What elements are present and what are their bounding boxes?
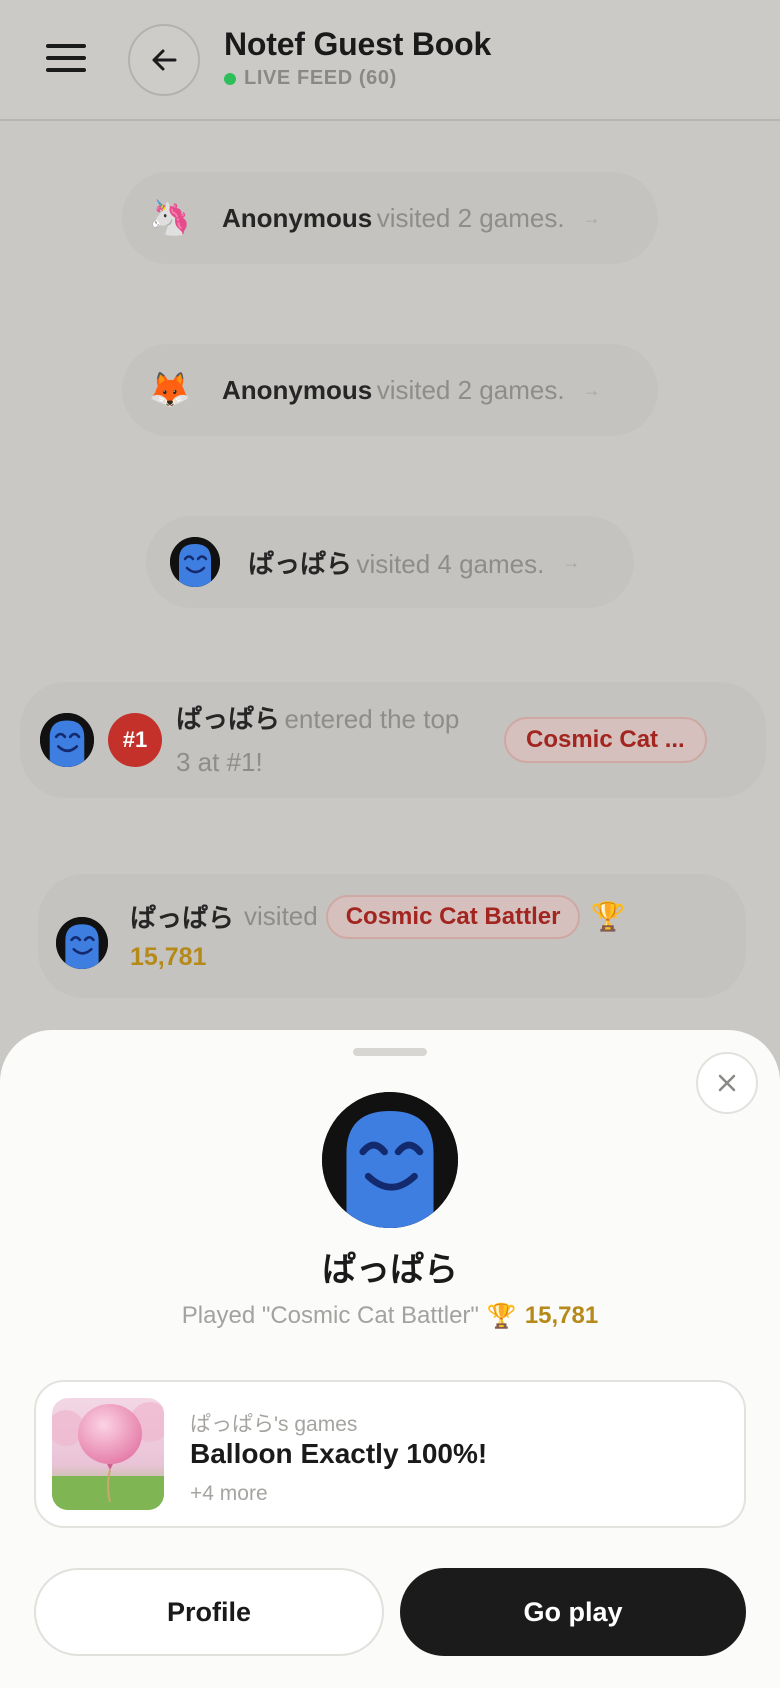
face-avatar-icon [322, 1092, 458, 1228]
trophy-icon: 🏆 [590, 900, 626, 933]
game-chip[interactable]: Cosmic Cat Battler [325, 894, 581, 939]
feed-user-name: Anonymous [222, 374, 373, 405]
close-button[interactable] [696, 1052, 758, 1114]
avatar [322, 1092, 458, 1228]
live-feed-label: LIVE FEED (60) [244, 67, 397, 89]
feed-user-name: ぱっぱら [130, 903, 235, 933]
user-name: ぱっぱら [322, 1251, 458, 1289]
face-avatar-icon [170, 537, 220, 587]
arrow-right-icon: → [582, 207, 601, 228]
card-owner: ぱっぱら's games [190, 1413, 358, 1436]
sheet-drag-handle[interactable] [353, 1048, 427, 1056]
menu-icon[interactable] [46, 44, 86, 74]
balloon-image [52, 1398, 164, 1510]
user-avatar [56, 917, 108, 969]
card-title: Balloon Exactly 100%! [190, 1438, 488, 1469]
user-bottom-sheet: ぱっぱら Played "Cosmic Cat Battler" 🏆 15,78… [0, 1030, 780, 1688]
feed-text: visited 4 games. [356, 548, 545, 579]
feed-score: 15,781 [130, 942, 207, 971]
feed-user-name: ぱっぱら [176, 703, 281, 734]
top-bar: Notef Guest Book LIVE FEED (60) [0, 0, 780, 121]
live-indicator-icon [224, 72, 236, 85]
user-avatar [170, 537, 220, 587]
game-chip[interactable]: Cosmic Cat ... [504, 717, 707, 763]
played-summary: Played "Cosmic Cat Battler" 🏆 15,781 [0, 1302, 780, 1330]
face-avatar-icon [56, 917, 108, 969]
go-play-button[interactable]: Go play [400, 1568, 746, 1656]
profile-button[interactable]: Profile [34, 1568, 384, 1656]
trophy-icon: 🏆 [486, 1302, 517, 1330]
played-text: Played "Cosmic Cat Battler" [181, 1302, 479, 1329]
feed-text: visited 2 games. [376, 202, 565, 233]
feed-item[interactable]: ぱっぱら visited 4 games. → [146, 516, 634, 608]
fox-icon: 🦊 [148, 370, 192, 410]
feed-item[interactable]: 🦊 Anonymous visited 2 games. → [122, 344, 658, 436]
played-score: 15,781 [524, 1302, 599, 1329]
game-thumbnail [52, 1398, 164, 1510]
feed-text: visited [244, 901, 318, 931]
arrow-left-icon [152, 49, 177, 71]
rank-badge: #1 [108, 713, 162, 767]
game-card[interactable]: ぱっぱら's games Balloon Exactly 100%! +4 mo… [34, 1380, 746, 1528]
face-avatar-icon [40, 713, 94, 767]
feed-user-name: ぱっぱら [248, 548, 353, 579]
arrow-right-icon: → [562, 551, 581, 572]
user-avatar [40, 713, 94, 767]
feed-item[interactable]: ぱっぱら visited Cosmic Cat Battler 🏆 15,781 [38, 874, 746, 998]
feed-item[interactable]: 🦄 Anonymous visited 2 games. → [122, 172, 658, 264]
feed-user-name: Anonymous [222, 202, 373, 233]
feed-text: visited 2 games. [376, 374, 565, 405]
close-icon [718, 1074, 736, 1092]
page-title: Notef Guest Book [224, 26, 492, 62]
feed-text-line2: 3 at #1! [176, 746, 263, 777]
arrow-right-icon: → [582, 379, 601, 400]
back-button[interactable] [128, 24, 200, 96]
card-more-count: +4 more [190, 1482, 268, 1505]
unicorn-icon: 🦄 [148, 198, 192, 238]
feed-text: entered the top [284, 703, 460, 734]
feed-item[interactable]: #1 ぱっぱら entered the top 3 at #1! Cosmic … [20, 682, 766, 798]
live-feed-status: LIVE FEED (60) [224, 67, 397, 90]
